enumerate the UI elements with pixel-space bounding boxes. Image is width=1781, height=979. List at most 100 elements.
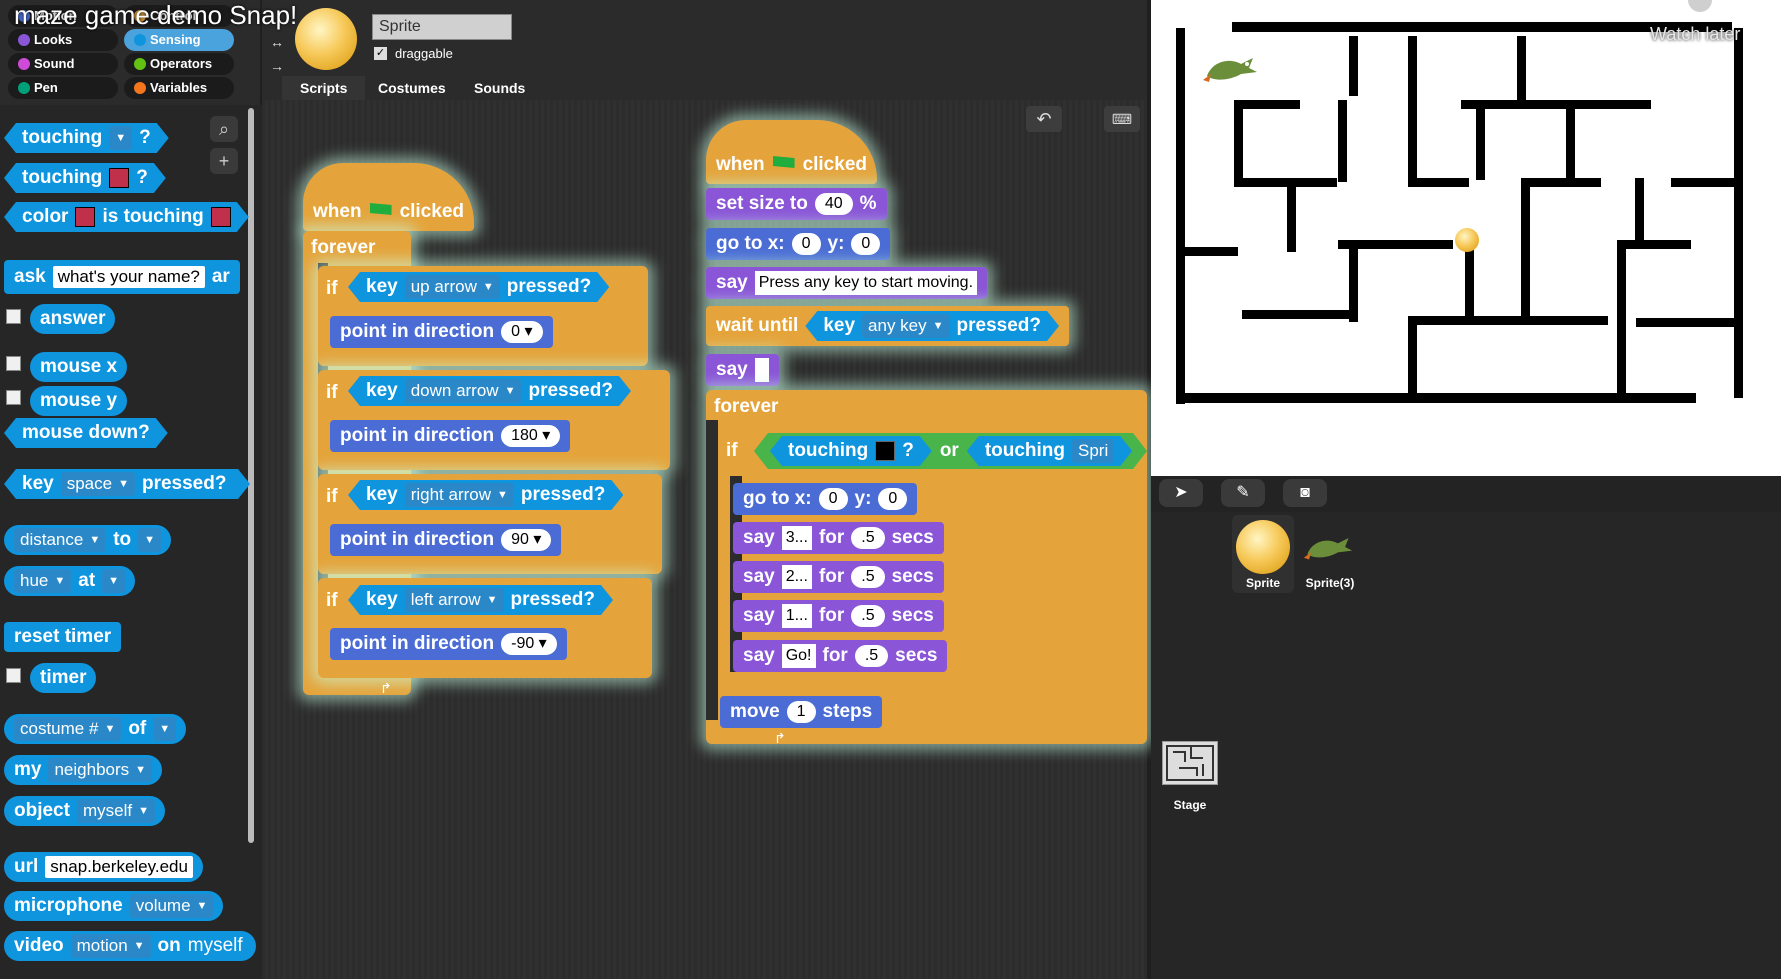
touching-color-condition[interactable]: touching ? — [770, 436, 932, 466]
target-dropdown[interactable]: ▼ — [138, 528, 162, 552]
object-dropdown[interactable]: ▼ — [153, 717, 177, 741]
ask-input[interactable]: what's your name? — [52, 266, 205, 288]
tab-scripts[interactable]: Scripts — [282, 76, 366, 100]
key-dropdown[interactable]: space ▼ — [61, 472, 135, 496]
tab-costumes[interactable]: Costumes — [360, 76, 464, 100]
category-sensing[interactable]: Sensing — [124, 29, 234, 51]
attribute-dropdown[interactable]: costume # ▼ — [14, 717, 122, 741]
undo-icon[interactable]: ↶ — [1026, 106, 1062, 132]
say-block[interactable]: say Press any key to start moving. — [706, 267, 988, 299]
go-to-xy-block[interactable]: go to x: 0 y: 0 — [733, 483, 918, 515]
timer-reporter[interactable]: timer — [30, 663, 97, 693]
say-block[interactable]: say — [706, 354, 779, 386]
key-pressed-condition[interactable]: key down arrow ▼ pressed? — [348, 376, 631, 406]
category-looks[interactable]: Looks — [8, 29, 118, 51]
object-reporter[interactable]: object myself ▼ — [4, 796, 165, 826]
y-input[interactable]: 0 — [851, 233, 881, 255]
move-steps-block[interactable]: move 1 steps — [720, 696, 883, 728]
touching-color-block[interactable]: touching ? — [4, 163, 166, 193]
video-reporter[interactable]: video motion ▼ on myself — [4, 931, 256, 961]
rotation-style-icon[interactable]: ↔ → — [270, 30, 284, 78]
key-dropdown[interactable]: any key ▼ — [862, 314, 949, 338]
object-name-dropdown[interactable]: myself ▼ — [76, 799, 155, 823]
point-in-direction-block[interactable]: point in direction 180 ▾ — [330, 420, 571, 452]
reset-timer-block[interactable]: reset timer — [4, 622, 122, 652]
mouse-down-block[interactable]: mouse down? — [4, 418, 168, 448]
answer-reporter[interactable]: answer — [30, 304, 116, 334]
say-input[interactable]: 2... — [781, 565, 812, 589]
touching-block[interactable]: touching ▼ ? — [4, 123, 169, 153]
mouse-y-reporter[interactable]: mouse y — [30, 386, 128, 416]
sprite-3-label[interactable]: Sprite(3) — [1298, 576, 1362, 590]
mouse-x-reporter[interactable]: mouse x — [30, 352, 128, 382]
category-variables[interactable]: Variables — [124, 77, 234, 99]
url-input[interactable]: snap.berkeley.edu — [45, 856, 193, 878]
say-input[interactable]: Go! — [781, 644, 816, 668]
y-input[interactable]: 0 — [878, 488, 908, 510]
plus-icon[interactable]: + — [210, 148, 238, 174]
distance-dropdown[interactable]: distance ▼ — [14, 528, 107, 552]
timer-checkbox[interactable] — [6, 668, 21, 683]
hue-dropdown[interactable]: hue ▼ — [14, 569, 72, 593]
category-sound[interactable]: Sound — [8, 53, 118, 75]
palette-scrollbar[interactable] — [248, 108, 254, 843]
secs-input[interactable]: .5 — [854, 645, 889, 667]
my-dropdown[interactable]: neighbors ▼ — [48, 758, 153, 782]
location-dropdown[interactable]: ▼ — [102, 569, 126, 593]
sprite-name-field[interactable]: Sprite — [372, 14, 512, 40]
color-swatch[interactable] — [75, 207, 95, 227]
my-reporter[interactable]: my neighbors ▼ — [4, 755, 163, 785]
key-pressed-condition[interactable]: key left arrow ▼ pressed? — [348, 585, 613, 615]
key-dropdown[interactable]: left arrow ▼ — [405, 588, 504, 612]
say-for-secs-block[interactable]: say 3... for .5 secs — [733, 522, 944, 554]
sprite-dropdown[interactable]: Spri — [1072, 439, 1114, 463]
tab-sounds[interactable]: Sounds — [456, 76, 543, 100]
key-dropdown[interactable]: right arrow ▼ — [405, 483, 514, 507]
mouse-y-checkbox[interactable] — [6, 390, 21, 405]
microphone-dropdown[interactable]: volume ▼ — [129, 894, 214, 918]
set-size-block[interactable]: set size to 40 % — [706, 188, 887, 220]
direction-input[interactable]: 180 ▾ — [501, 425, 561, 447]
stage-thumbnail[interactable] — [1162, 741, 1218, 785]
color-swatch[interactable] — [211, 207, 231, 227]
ask-block[interactable]: ask what's your name? ar — [4, 260, 240, 294]
ball-sprite[interactable] — [1455, 228, 1479, 252]
say-input[interactable] — [754, 358, 769, 382]
say-for-secs-block[interactable]: say Go! for .5 secs — [733, 640, 948, 672]
direction-input[interactable]: 0 ▾ — [501, 321, 543, 343]
touching-sprite-condition[interactable]: touching Spri — [967, 436, 1132, 466]
go-to-xy-block[interactable]: go to x: 0 y: 0 — [706, 228, 891, 260]
key-pressed-condition[interactable]: key any key ▼ pressed? — [805, 311, 1059, 341]
direction-input[interactable]: 90 ▾ — [501, 529, 552, 551]
category-operators[interactable]: Operators — [124, 53, 234, 75]
video-dropdown[interactable]: motion ▼ — [70, 934, 151, 958]
say-input[interactable]: Press any key to start moving. — [754, 271, 978, 295]
search-icon[interactable]: ⌕ — [210, 116, 238, 142]
url-reporter[interactable]: url snap.berkeley.edu — [4, 852, 203, 882]
sprite-thumbnail[interactable] — [1236, 520, 1290, 574]
point-in-direction-block[interactable]: point in direction -90 ▾ — [330, 628, 567, 660]
color-swatch[interactable] — [109, 168, 129, 188]
when-flag-hat[interactable]: when clicked — [303, 163, 474, 231]
steps-input[interactable]: 1 — [786, 701, 816, 723]
key-pressed-block[interactable]: key space ▼ pressed? — [4, 469, 250, 499]
say-input[interactable]: 3... — [781, 526, 812, 550]
secs-input[interactable]: .5 — [851, 527, 885, 549]
key-pressed-condition[interactable]: key right arrow ▼ pressed? — [348, 480, 623, 510]
key-dropdown[interactable]: down arrow ▼ — [405, 379, 522, 403]
black-color-swatch[interactable] — [875, 441, 895, 461]
sprite-label[interactable]: Sprite — [1232, 576, 1294, 590]
key-pressed-condition[interactable]: key up arrow ▼ pressed? — [348, 272, 609, 302]
or-condition[interactable]: touching ? or touching Spri — [754, 433, 1147, 469]
x-input[interactable]: 0 — [791, 233, 821, 255]
microphone-reporter[interactable]: microphone volume ▼ — [4, 891, 224, 921]
say-for-secs-block[interactable]: say 1... for .5 secs — [733, 600, 944, 632]
direction-input[interactable]: -90 ▾ — [501, 633, 557, 655]
sprite-3-thumbnail[interactable] — [1302, 530, 1354, 564]
color-touching-block[interactable]: color is touching — [4, 202, 249, 232]
wait-until-block[interactable]: wait until key any key ▼ pressed? — [706, 306, 1069, 346]
keyboard-icon[interactable]: ⌨ — [1104, 106, 1140, 132]
paintbrush-icon[interactable]: ✎ — [1221, 479, 1265, 507]
point-in-direction-block[interactable]: point in direction 90 ▾ — [330, 524, 562, 556]
stage[interactable] — [1151, 0, 1781, 476]
